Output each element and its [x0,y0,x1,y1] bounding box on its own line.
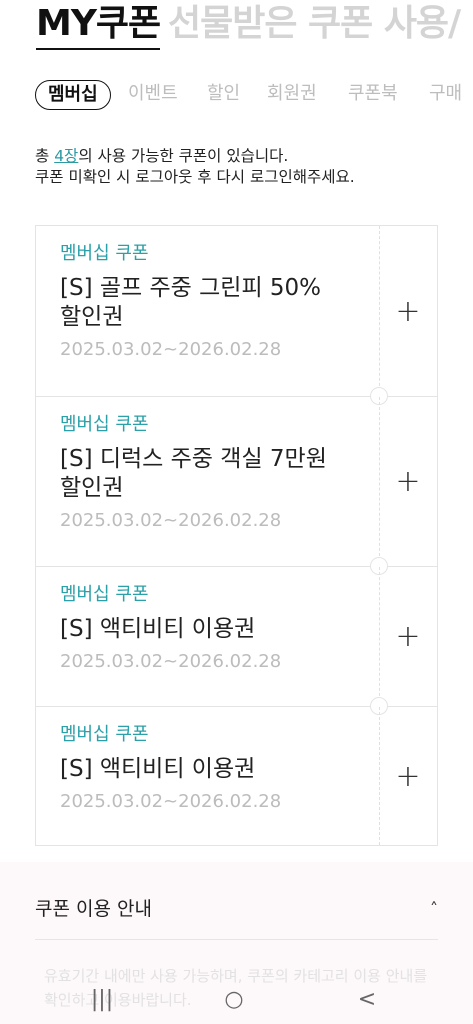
coupon-expand-plus-icon[interactable]: + [379,707,437,845]
tab-my-coupon[interactable]: MY쿠폰 [36,2,161,50]
coupon-guide-title: 쿠폰 이용 안내 [35,898,152,920]
chip-membership[interactable]: 멤버십 [35,80,111,110]
chip-purchase[interactable]: 구매 [429,80,462,110]
coupon-category: 멤버십 쿠폰 [60,243,149,264]
home-icon[interactable]: ○ [214,984,254,1014]
chevron-up-icon[interactable]: ˄ [430,894,438,924]
coupon-count: 4장 [54,147,79,165]
coupon-card[interactable]: 멤버십 쿠폰 [S] 액티비티 이용권 2025.03.02~2026.02.2… [36,697,437,845]
coupon-count-line: 총 4장의 사용 가능한 쿠폰이 있습니다. [35,147,289,165]
chip-discount[interactable]: 할인 [207,80,240,110]
coupon-period: 2025.03.02~2026.02.28 [60,791,282,812]
chip-membership-pass[interactable]: 회원권 [267,80,317,110]
coupon-expand-plus-icon[interactable]: + [379,226,437,396]
coupon-name: [S] 디럭스 주중 객실 7만원 할인권 [60,446,327,501]
coupon-name: [S] 액티비티 이용권 [60,616,256,642]
coupon-card[interactable]: 멤버십 쿠폰 [S] 디럭스 주중 객실 7만원 할인권 2025.03.02~2… [36,387,437,567]
coupon-card[interactable]: 멤버십 쿠폰 [S] 골프 주중 그린피 50% 할인권 2025.03.02~2… [36,226,437,397]
recents-icon[interactable]: ||| [82,984,122,1014]
coupon-list: 멤버십 쿠폰 [S] 골프 주중 그린피 50% 할인권 2025.03.02~2… [35,225,438,846]
coupon-name: [S] 골프 주중 그린피 50% 할인권 [60,275,322,330]
chip-event[interactable]: 이벤트 [128,80,178,110]
coupon-guide-toggle[interactable]: 쿠폰 이용 안내 ˄ [35,894,438,940]
coupon-card[interactable]: 멤버십 쿠폰 [S] 액티비티 이용권 2025.03.02~2026.02.2… [36,557,437,707]
relogin-notice: 쿠폰 미확인 시 로그아웃 후 다시 로그인해주세요. [35,168,355,186]
coupon-category: 멤버십 쿠폰 [60,414,149,435]
tab-gift-coupon[interactable]: 선물받은 쿠폰 사용/ [168,2,461,46]
coupon-expand-plus-icon[interactable]: + [379,397,437,566]
coupon-expand-plus-icon[interactable]: + [379,567,437,706]
coupon-category: 멤버십 쿠폰 [60,724,149,745]
coupon-period: 2025.03.02~2026.02.28 [60,339,282,360]
back-icon[interactable]: < [347,984,387,1014]
system-navigation-bar: ||| ○ < [0,976,473,1024]
coupon-name: [S] 액티비티 이용권 [60,756,256,782]
category-chip-bar: 멤버십 이벤트 할인 회원권 쿠폰북 구매 [0,80,473,114]
coupon-period: 2025.03.02~2026.02.28 [60,651,282,672]
coupon-count-info: 총 4장의 사용 가능한 쿠폰이 있습니다. 쿠폰 미확인 시 로그아웃 후 다… [35,146,355,188]
coupon-category: 멤버십 쿠폰 [60,584,149,605]
coupon-period: 2025.03.02~2026.02.28 [60,510,282,531]
top-tab-bar: MY쿠폰 선물받은 쿠폰 사용/ [0,0,473,52]
chip-coupon-book[interactable]: 쿠폰북 [348,80,398,110]
